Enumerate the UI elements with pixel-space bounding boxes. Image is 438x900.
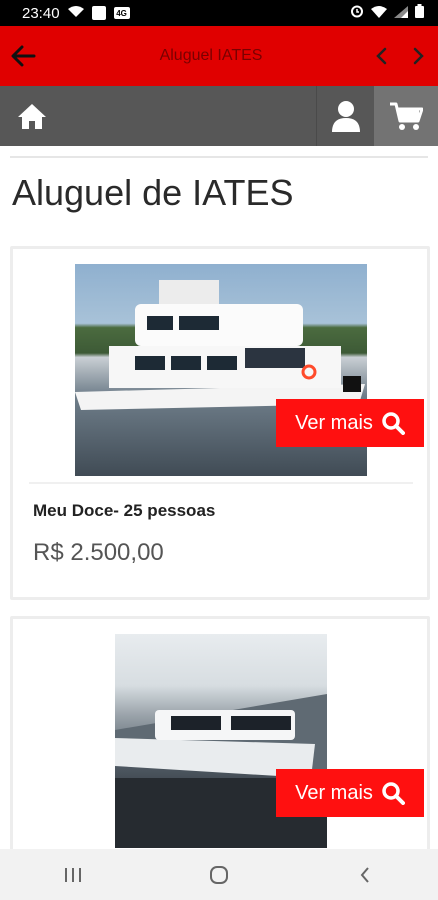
page-title: Aluguel de IATES bbox=[12, 172, 294, 213]
back-nav-button[interactable] bbox=[335, 849, 395, 900]
cart-icon bbox=[390, 102, 423, 130]
status-time: 23:40 bbox=[22, 4, 60, 22]
arrow-left-icon bbox=[11, 45, 36, 67]
app-bar: Aluguel IATES bbox=[0, 26, 438, 86]
back-button[interactable] bbox=[0, 26, 46, 86]
header-divider bbox=[10, 156, 428, 158]
wifi-icon bbox=[371, 5, 387, 22]
user-icon bbox=[331, 101, 360, 132]
back-chevron-icon bbox=[360, 866, 369, 883]
search-icon bbox=[382, 782, 405, 805]
previous-button[interactable] bbox=[362, 26, 400, 86]
recents-button[interactable] bbox=[43, 849, 103, 900]
home-circle-icon bbox=[210, 865, 228, 884]
recents-icon bbox=[65, 867, 81, 882]
next-button[interactable] bbox=[400, 26, 438, 86]
search-icon bbox=[382, 412, 405, 435]
alarm-icon bbox=[350, 4, 364, 22]
home-icon bbox=[18, 104, 46, 129]
product-card[interactable]: Ver mais bbox=[10, 616, 430, 876]
wifi-notification-icon bbox=[67, 5, 84, 22]
home-nav-button[interactable] bbox=[189, 849, 249, 900]
toolbar bbox=[0, 86, 438, 146]
app-title: Aluguel IATES bbox=[159, 47, 263, 64]
home-button[interactable] bbox=[0, 86, 64, 146]
cart-button[interactable] bbox=[374, 86, 438, 146]
user-button[interactable] bbox=[316, 86, 374, 146]
sim-icon: 4G bbox=[113, 7, 130, 19]
status-bar: 23:40 4G bbox=[0, 0, 438, 26]
product-name[interactable]: Meu Doce- 25 pessoas bbox=[33, 501, 215, 521]
ver-mais-label: Ver mais bbox=[295, 411, 373, 434]
signal-icon bbox=[394, 5, 408, 22]
battery-icon bbox=[415, 4, 424, 22]
notification-icon bbox=[91, 6, 106, 20]
chevron-left-icon bbox=[376, 47, 387, 65]
product-price: R$ 2.500,00 bbox=[33, 539, 164, 566]
system-nav-bar bbox=[0, 849, 438, 900]
card-divider bbox=[29, 482, 413, 484]
ver-mais-button[interactable]: Ver mais bbox=[276, 399, 424, 447]
product-card[interactable]: Ver mais Meu Doce- 25 pessoas R$ 2.500,0… bbox=[10, 246, 430, 600]
ver-mais-label: Ver mais bbox=[295, 781, 373, 804]
ver-mais-button[interactable]: Ver mais bbox=[276, 769, 424, 817]
chevron-right-icon bbox=[413, 47, 424, 65]
